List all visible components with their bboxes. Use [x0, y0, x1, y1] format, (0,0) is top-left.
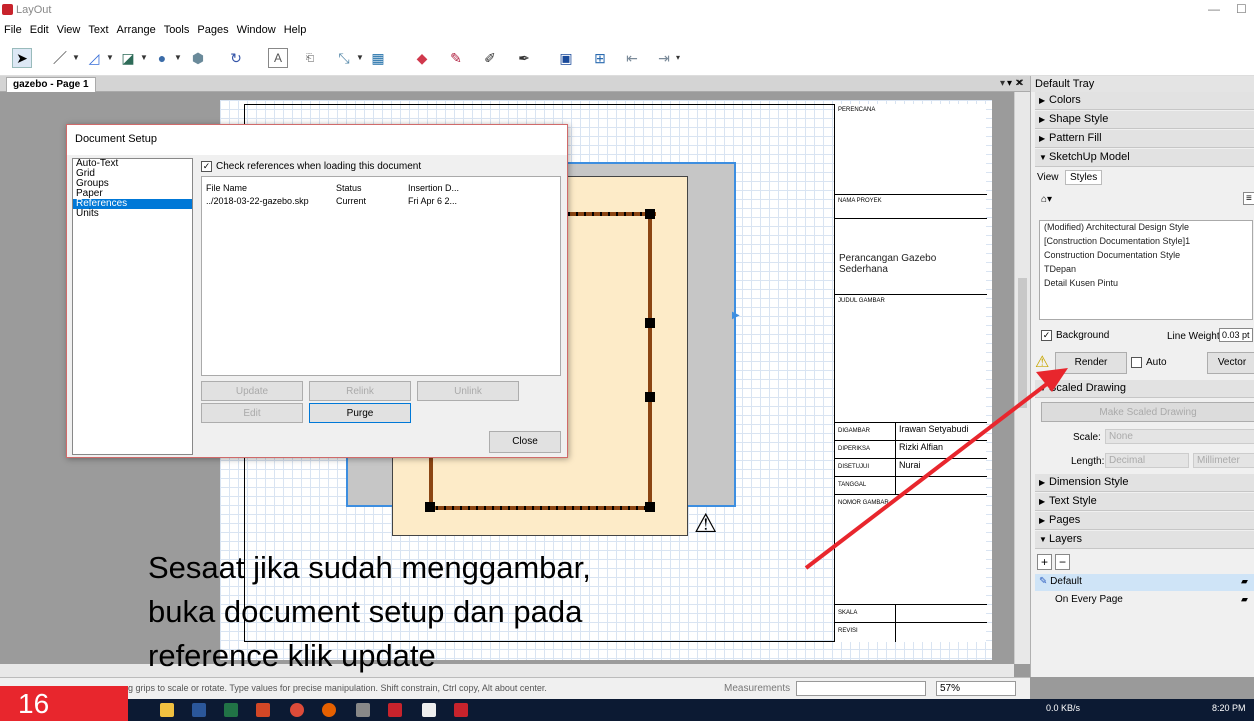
caption-line: Sesaat jika sudah menggambar, — [148, 550, 591, 585]
caption-line: buka document setup dan pada — [148, 594, 583, 629]
tutorial-caption: Sesaat jika sudah menggambar, buka docum… — [148, 546, 788, 678]
caption-line: reference klik update — [148, 638, 436, 673]
slide-page-number: 16 — [0, 686, 128, 721]
